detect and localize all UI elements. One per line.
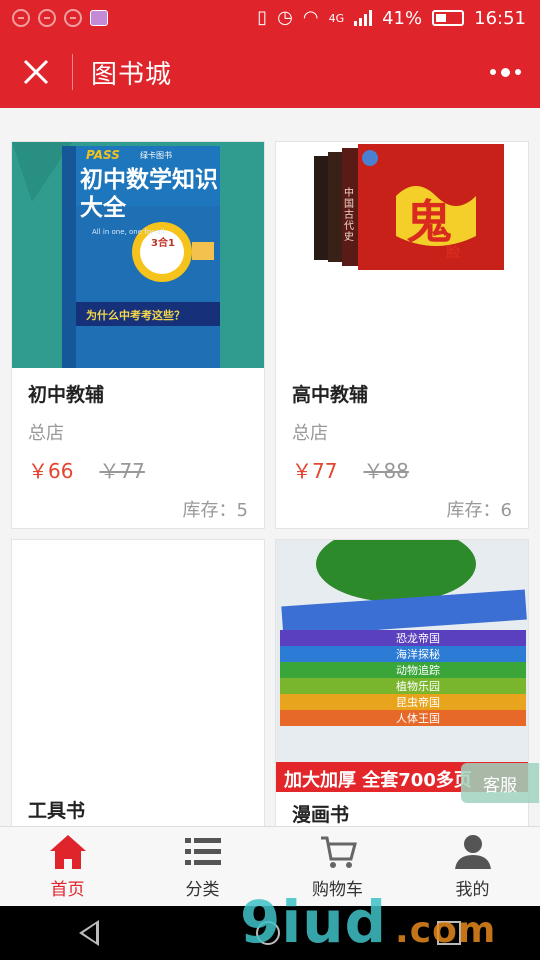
battery-icon	[432, 10, 465, 26]
close-button[interactable]	[0, 36, 72, 108]
battery-percent: 41%	[382, 7, 423, 29]
gallery-icon	[90, 10, 108, 26]
title-bar: 图书城	[0, 36, 540, 108]
spine-label: 海洋探秘	[396, 648, 440, 661]
product-stock: 库存：6	[446, 500, 512, 521]
product-card[interactable]: 鬼 脸 中国古代史 高中教辅 总店 ￥77 ￥88 库存：6	[275, 141, 529, 529]
watermark: 9iud .com	[240, 888, 496, 956]
product-cover-empty[interactable]	[12, 540, 264, 766]
back-icon[interactable]	[78, 920, 99, 946]
product-cover-math[interactable]: PASS 绿卡图书 初中数学知识大全 All in one, one for a…	[12, 142, 264, 368]
watermark-suffix: .com	[395, 910, 497, 951]
product-name: 初中教辅	[28, 384, 105, 406]
product-shop: 总店	[292, 423, 328, 444]
product-name: 高中教辅	[292, 384, 369, 406]
close-icon	[23, 59, 49, 85]
product-price: ￥77	[292, 459, 338, 483]
customer-service-button[interactable]: 客服	[461, 763, 539, 803]
cover-banner: 加大加厚 全套700多页	[284, 770, 472, 791]
cover-subtitle: 脸	[446, 245, 460, 261]
product-price: ￥66	[28, 459, 74, 483]
product-stock: 库存：5	[182, 500, 248, 521]
nav-home[interactable]: 首页	[0, 827, 135, 906]
spine-label: 动物追踪	[396, 664, 440, 677]
history-book-cover	[276, 142, 528, 368]
notification-icons	[12, 9, 108, 27]
product-original-price: ￥77	[99, 459, 145, 483]
clock: 16:51	[474, 7, 526, 29]
message-icon	[12, 9, 30, 27]
product-card[interactable]: 工具书	[11, 539, 265, 826]
chat-icon	[38, 9, 56, 27]
spine-label: 人体王国	[396, 712, 440, 725]
title-divider	[72, 54, 73, 90]
user-icon	[454, 835, 491, 869]
vibrate-icon: ▯	[257, 7, 268, 28]
home-icon	[49, 835, 86, 869]
wifi-icon: ◠	[302, 7, 319, 28]
network-type: 4G	[328, 11, 345, 25]
product-grid[interactable]: PASS 绿卡图书 初中数学知识大全 All in one, one for a…	[0, 108, 540, 826]
watermark-main: 9iud	[240, 888, 388, 956]
product-shop: 总店	[28, 423, 64, 444]
spine-label: 昆虫帝国	[396, 696, 440, 709]
spine-label: 恐龙帝国	[396, 632, 440, 645]
product-cover-comic[interactable]: 恐龙帝国 海洋探秘 动物追踪 植物乐园 昆虫帝国 人体王国 加大加厚 全套700…	[276, 540, 528, 792]
product-name: 工具书	[28, 800, 86, 822]
cover-title: 初中数学知识大全	[80, 167, 218, 221]
spine-label: 植物乐园	[396, 680, 440, 693]
more-dot-icon	[500, 67, 510, 77]
wechat-icon	[64, 9, 82, 27]
cover-series: 绿卡图书	[140, 151, 172, 160]
customer-service-label: 客服	[483, 775, 517, 796]
product-cover-history[interactable]: 鬼 脸 中国古代史	[276, 142, 528, 368]
comic-spine-labels: 恐龙帝国 海洋探秘 动物追踪 植物乐园 昆虫帝国 人体王国	[396, 632, 440, 726]
signal-icon	[354, 10, 373, 26]
more-dot-icon	[489, 69, 496, 75]
page-title: 图书城	[91, 59, 173, 90]
product-card[interactable]: PASS 绿卡图书 初中数学知识大全 All in one, one for a…	[11, 141, 265, 529]
alarm-icon: ◷	[277, 7, 293, 28]
cover-badge: 3合1	[151, 238, 175, 249]
cover-spine-text: 中国古代史	[344, 188, 354, 243]
nav-label: 首页	[50, 880, 85, 900]
status-bar: ▯ ◷ ◠ 4G 41% 16:51	[0, 0, 540, 36]
cover-banner: 为什么中考考这些？	[86, 309, 185, 322]
more-options-button[interactable]	[470, 36, 540, 108]
more-dot-icon	[514, 69, 521, 75]
cart-icon	[320, 836, 357, 868]
list-icon	[184, 838, 221, 865]
product-name: 漫画书	[292, 804, 350, 826]
product-original-price: ￥88	[363, 459, 409, 483]
cover-brand: PASS	[86, 148, 120, 162]
nav-label: 分类	[185, 880, 220, 900]
